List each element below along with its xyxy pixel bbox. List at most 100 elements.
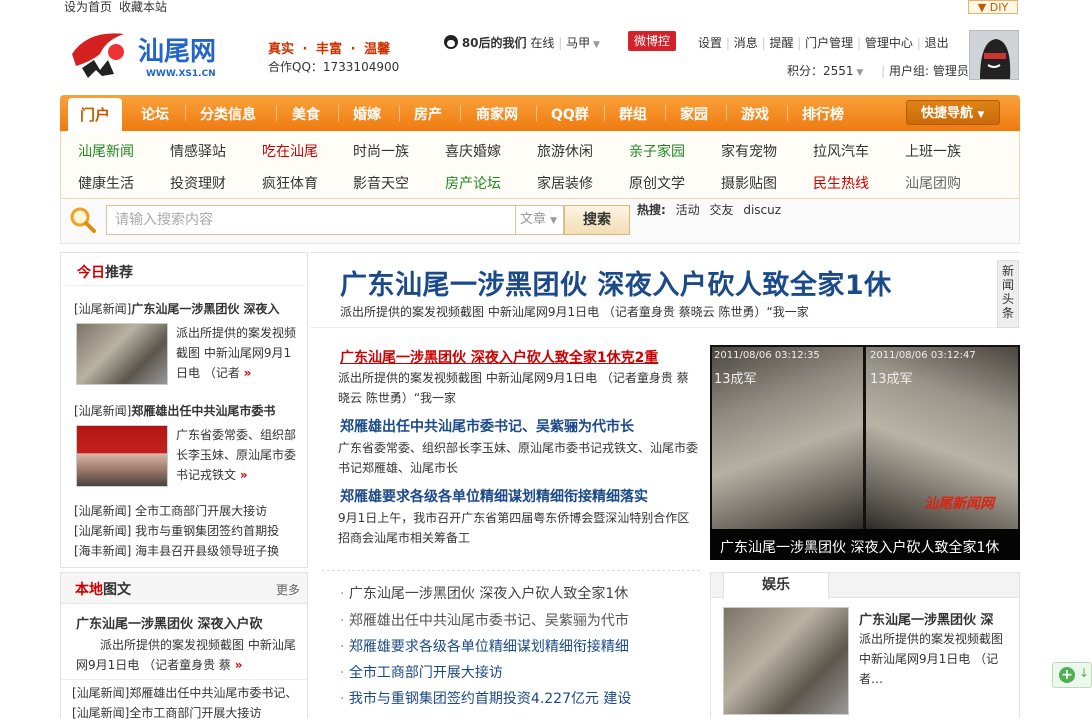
nav-item-food[interactable]: 美食 xyxy=(292,104,320,124)
nav-item-ranking[interactable]: 排行榜 xyxy=(802,104,844,124)
subnav-health[interactable]: 健康生活 xyxy=(78,173,134,193)
subnav-travel[interactable]: 旅游休闲 xyxy=(537,141,593,161)
subnav-cars[interactable]: 拉风汽车 xyxy=(813,141,869,161)
today-item-title[interactable]: [汕尾新闻]广东汕尾一涉黑团伙 深夜入 xyxy=(74,299,280,319)
list-item[interactable]: [汕尾新闻] 我市与重钢集团签约首期投 xyxy=(74,521,279,541)
subnav-workers[interactable]: 上班一族 xyxy=(905,141,961,161)
subnav-hotline[interactable]: 民生热线 xyxy=(813,173,869,193)
quick-nav-button[interactable]: 快捷导航 ▼ xyxy=(906,100,1000,125)
set-home-link[interactable]: 设为首页 xyxy=(64,0,112,15)
list-item[interactable]: [汕尾新闻]全市工商部门开展大接访 xyxy=(72,703,261,723)
settings-link[interactable]: 设置 xyxy=(698,36,722,50)
subnav-emotion[interactable]: 情感驿站 xyxy=(170,141,226,161)
nav-item-groups[interactable]: 群组 xyxy=(619,104,647,124)
subnav-pets[interactable]: 家有宠物 xyxy=(721,141,777,161)
news-list-item[interactable]: 郑雁雄要求各级各单位精细谋划精细衔接精细 xyxy=(340,636,629,656)
side-tab-headline-news[interactable]: 新闻头条 xyxy=(997,260,1019,328)
subnav-photography[interactable]: 摄影贴图 xyxy=(721,173,777,193)
news-list-item[interactable]: 我市与重钢集团签约首期投资4.227亿元 建设 xyxy=(340,688,632,708)
hot-search-link[interactable]: 活动 xyxy=(676,203,700,217)
tab-entertainment[interactable]: 娱乐 xyxy=(723,572,829,599)
subnav-finance[interactable]: 投资理财 xyxy=(170,173,226,193)
user-name[interactable]: 马甲 xyxy=(566,36,590,50)
watermark: 汕尾新闻网 xyxy=(924,496,994,512)
subnav-decoration[interactable]: 家居装修 xyxy=(537,173,593,193)
more-icon[interactable]: » xyxy=(244,366,252,380)
diy-button[interactable]: ▼ DIY xyxy=(968,0,1018,14)
nav-home[interactable]: 门户 xyxy=(68,98,122,131)
ent-thumbnail[interactable] xyxy=(723,607,849,715)
portal-admin-link[interactable]: 门户管理 xyxy=(805,36,853,50)
subnav-parenting[interactable]: 亲子家园 xyxy=(629,141,685,161)
today-item-title[interactable]: [汕尾新闻]郑雁雄出任中共汕尾市委书 xyxy=(74,401,275,421)
featured-photo[interactable]: 2011/08/06 03:12:35 2011/08/06 03:12:47 … xyxy=(710,345,1020,560)
site-logo[interactable]: 汕尾网 WWW.XS1.CN xyxy=(68,24,238,84)
nav-item-wedding[interactable]: 婚嫁 xyxy=(353,104,381,124)
search-button[interactable]: 搜索 xyxy=(564,205,630,235)
more-icon[interactable]: » xyxy=(235,658,243,672)
subnav-sports[interactable]: 疯狂体育 xyxy=(262,173,318,193)
subnav-literature[interactable]: 原创文学 xyxy=(629,173,685,193)
points[interactable]: 积分：2551 xyxy=(787,64,854,78)
headline-title[interactable]: 广东汕尾一涉黑团伙 深夜入户砍人致全家1休 xyxy=(340,263,892,302)
list-item[interactable]: [海丰新闻] 海丰县召开县级领导班子换 xyxy=(74,541,279,561)
camera-label: 13成军 xyxy=(870,372,913,387)
nav-item-games[interactable]: 游戏 xyxy=(741,104,769,124)
subnav-property-forum[interactable]: 房产论坛 xyxy=(445,173,501,193)
subnav-fashion[interactable]: 时尚一族 xyxy=(353,141,409,161)
today-item-thumbnail[interactable] xyxy=(76,425,168,487)
news-list-item[interactable]: 郑雁雄出任中共汕尾市委书记、吴紫骊为代市 xyxy=(340,610,629,630)
camera-label: 13成军 xyxy=(714,372,757,387)
tag: [汕尾新闻] xyxy=(74,302,132,316)
news-title[interactable]: 郑雁雄出任中共汕尾市委书记、吴紫骊为代市长 xyxy=(340,416,634,436)
news-list-item[interactable]: 全市工商部门开展大接访 xyxy=(340,662,503,682)
subnav-shanwei-news[interactable]: 汕尾新闻 xyxy=(78,141,134,161)
plus-icon[interactable]: + xyxy=(1059,667,1075,683)
more-link[interactable]: 更多 xyxy=(276,581,300,598)
nav-item-home[interactable]: 家园 xyxy=(680,104,708,124)
admin-center-link[interactable]: 管理中心 xyxy=(865,36,913,50)
news-title[interactable]: 郑雁雄要求各级各单位精细谋划精细衔接精细落实 xyxy=(340,486,648,506)
subnav-media[interactable]: 影音天空 xyxy=(353,173,409,193)
search-type-select[interactable]: 文章 ▼ xyxy=(516,205,564,235)
nav-item-classified[interactable]: 分类信息 xyxy=(200,104,256,124)
subnav-groupbuy[interactable]: 汕尾团购 xyxy=(905,173,961,193)
nav-item-qq-group[interactable]: QQ群 xyxy=(551,104,589,124)
nav-item-forum[interactable]: 论坛 xyxy=(141,104,169,124)
weibo-button[interactable]: 微博控 xyxy=(628,31,676,51)
hot-search-link[interactable]: discuz xyxy=(743,203,781,217)
search-bar: 请输入搜索内容 文章 ▼ 搜索 热搜: 活动 交友 discuz xyxy=(60,199,1020,244)
tag: [汕尾新闻] xyxy=(74,404,132,418)
online-status: 在线 xyxy=(530,36,555,50)
avatar[interactable] xyxy=(969,30,1019,80)
news-title[interactable]: 广东汕尾一涉黑团伙 深夜入户砍人致全家1休克2重 xyxy=(340,347,658,367)
search-input[interactable]: 请输入搜索内容 xyxy=(106,205,516,235)
nav-item-realestate[interactable]: 房产 xyxy=(414,104,442,124)
arrow-down-icon[interactable]: ↓ xyxy=(1079,666,1089,680)
local-item-title[interactable]: 广东汕尾一涉黑团伙 深夜入户砍 xyxy=(76,613,263,632)
slogan-2: 丰富 xyxy=(316,42,343,57)
list-item[interactable]: [汕尾新闻] 全市工商部门开展大接访 xyxy=(74,501,267,521)
photo-caption[interactable]: 广东汕尾一涉黑团伙 深夜入户砍人致全家1休 xyxy=(720,537,999,557)
local-title-b: 图文 xyxy=(103,582,131,598)
group-name[interactable]: 80后的我们 xyxy=(462,36,527,50)
today-item-thumbnail[interactable] xyxy=(76,323,168,385)
top-bar: 设为首页 收藏本站 ▼ DIY xyxy=(0,0,1092,14)
nav-item-merchant[interactable]: 商家网 xyxy=(476,104,518,124)
chevron-down-icon[interactable]: ▼ xyxy=(590,40,600,50)
news-list-item[interactable]: 广东汕尾一涉黑团伙 深夜入户砍人致全家1休 xyxy=(340,583,628,603)
local-title: 本地图文 xyxy=(75,579,131,599)
bookmark-link[interactable]: 收藏本站 xyxy=(119,0,167,15)
messages-link[interactable]: 消息 xyxy=(734,36,758,50)
float-widget[interactable]: + ↓ xyxy=(1052,662,1092,688)
reminders-link[interactable]: 提醒 xyxy=(769,36,793,50)
list-item[interactable]: [汕尾新闻]郑雁雄出任中共汕尾市委书记、 xyxy=(72,683,297,703)
more-icon[interactable]: » xyxy=(240,468,248,482)
ent-title[interactable]: 广东汕尾一涉黑团伙 深 xyxy=(859,609,994,628)
subnav-wedding[interactable]: 喜庆婚嫁 xyxy=(445,141,501,161)
hot-search-link[interactable]: 交友 xyxy=(709,203,733,217)
subnav-food[interactable]: 吃在汕尾 xyxy=(262,141,318,161)
today-item-desc: 派出所提供的案发视频截图 中新汕尾网9月1日电 （记者 » xyxy=(176,323,300,383)
logout-link[interactable]: 退出 xyxy=(925,36,949,50)
chevron-down-icon[interactable]: ▼ xyxy=(854,68,863,78)
